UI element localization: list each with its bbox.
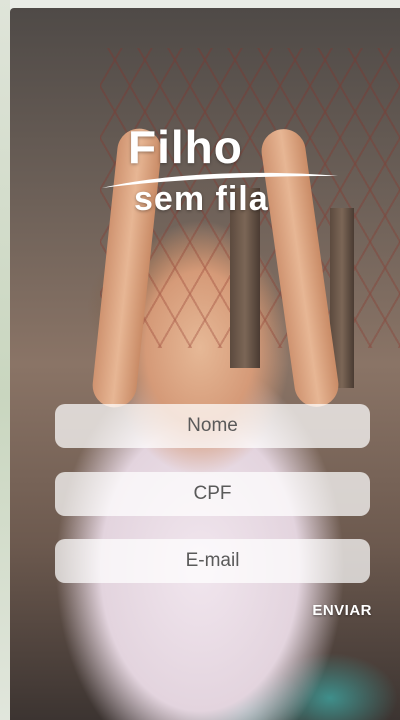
submit-button[interactable]: ENVIAR	[300, 598, 372, 622]
email-field[interactable]	[55, 539, 370, 583]
logo-text-line1: Filho	[128, 121, 243, 173]
name-field[interactable]	[55, 404, 370, 448]
edge-stripe	[0, 0, 10, 720]
cpf-field[interactable]	[55, 472, 370, 516]
hero-background-photo: Filho sem fila ENVIAR	[10, 8, 400, 720]
logo-text-line2: sem fila	[134, 180, 269, 218]
